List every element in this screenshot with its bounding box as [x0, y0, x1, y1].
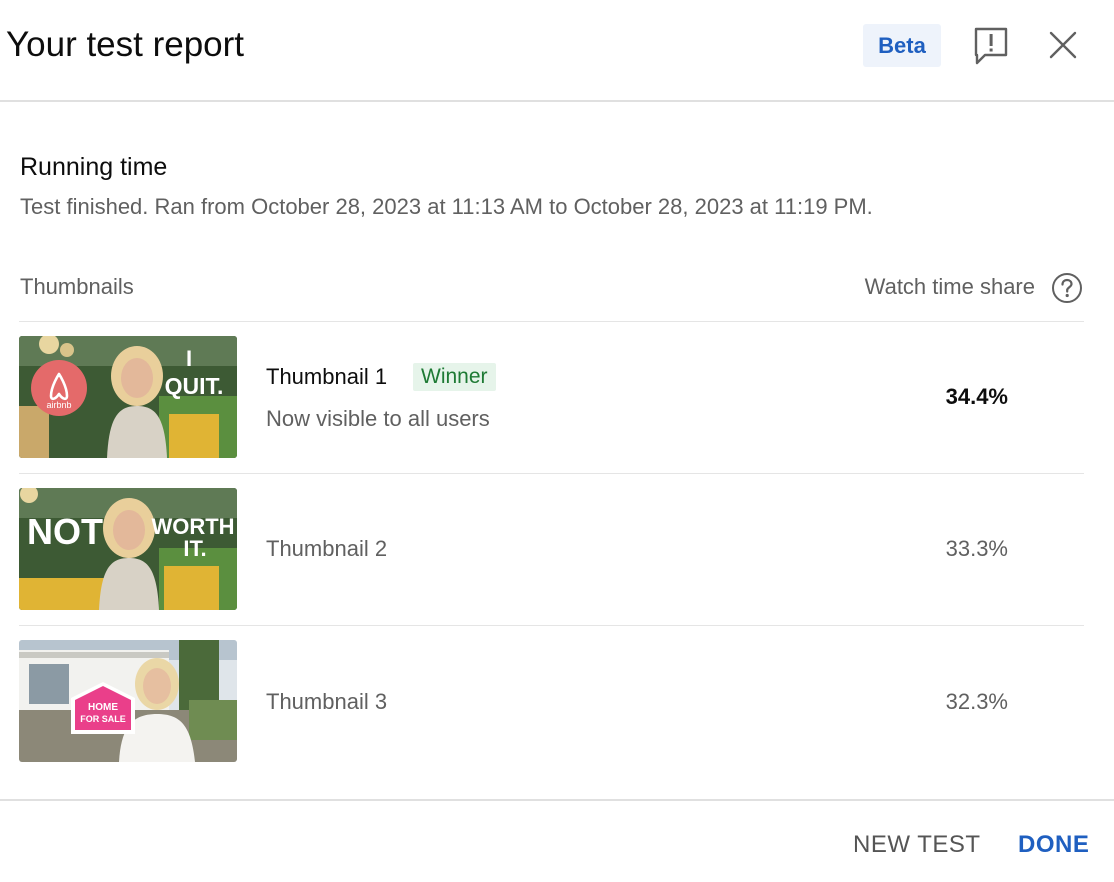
- thumbnail-caption: NOT: [27, 511, 103, 552]
- winner-badge: Winner: [413, 363, 496, 391]
- running-time-description: Test finished. Ran from October 28, 2023…: [20, 194, 873, 219]
- thumbnail-image-2: NOT WORTH IT.: [19, 488, 237, 610]
- feedback-icon[interactable]: [973, 26, 1009, 66]
- done-button[interactable]: DONE: [1018, 828, 1089, 862]
- help-icon[interactable]: [1051, 272, 1083, 304]
- row-divider: [19, 625, 1084, 626]
- thumbnail-image-3: HOME FOR SALE: [19, 640, 237, 762]
- thumbnail-caption: QUIT.: [165, 373, 224, 399]
- close-icon[interactable]: [1046, 28, 1080, 62]
- thumbnail-status: Now visible to all users: [266, 406, 490, 431]
- watch-time-share-value: 32.3%: [945, 689, 1008, 714]
- thumbnail-image-1: airbnb I QUIT.: [19, 336, 237, 458]
- watch-time-share-value: 33.3%: [945, 536, 1008, 561]
- new-test-button[interactable]: NEW TEST: [853, 828, 981, 862]
- watch-time-share-value: 34.4%: [945, 384, 1008, 409]
- row-divider: [19, 321, 1084, 322]
- thumbnail-caption: HOME: [88, 702, 118, 713]
- running-time-title: Running time: [20, 153, 168, 181]
- page-title: Your test report: [6, 25, 245, 64]
- dialog-header: Your test report Beta: [0, 0, 1114, 102]
- footer-divider: [0, 799, 1114, 801]
- thumbnail-caption: I: [186, 346, 192, 371]
- column-header-watch-time-share: Watch time share: [864, 274, 1035, 299]
- thumbnail-name: Thumbnail 2: [266, 536, 388, 561]
- column-header-thumbnails: Thumbnails: [20, 274, 134, 299]
- thumbnail-logo-text: airbnb: [46, 400, 71, 410]
- thumbnail-name: Thumbnail 1: [266, 364, 388, 389]
- beta-badge: Beta: [863, 24, 941, 67]
- thumbnail-caption: FOR SALE: [80, 714, 126, 724]
- thumbnail-caption: IT.: [183, 536, 206, 561]
- row-divider: [19, 473, 1084, 474]
- thumbnail-name: Thumbnail 3: [266, 689, 388, 714]
